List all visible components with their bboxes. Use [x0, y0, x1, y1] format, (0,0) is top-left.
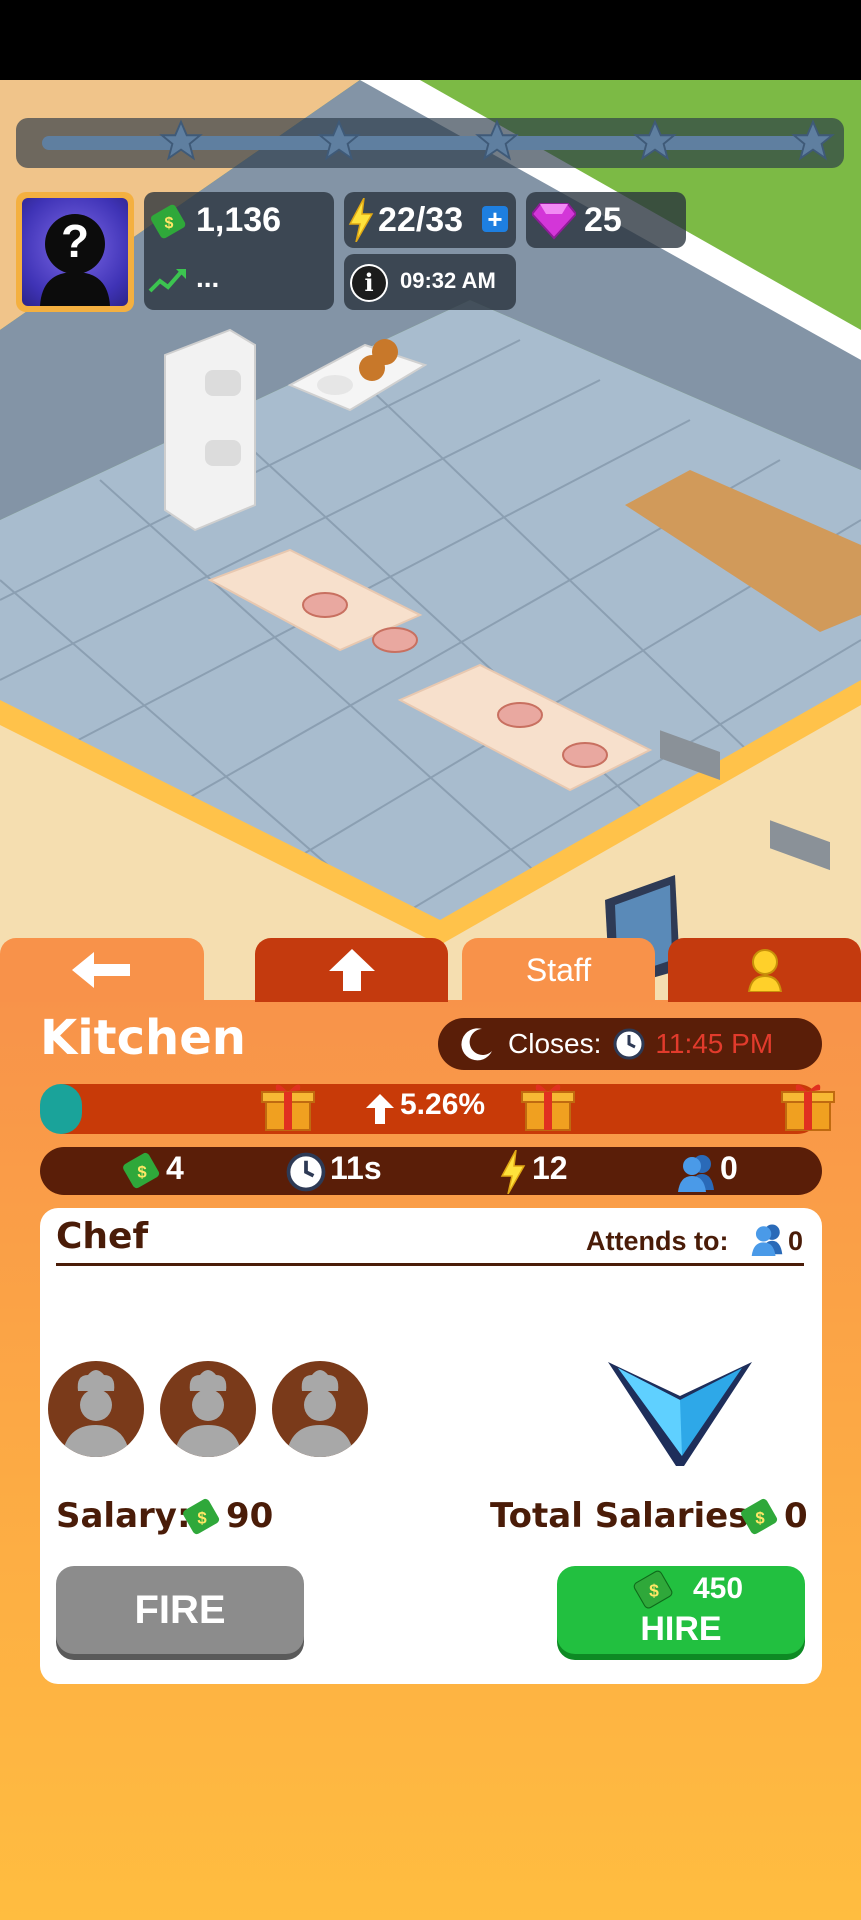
room-title: Kitchen	[40, 1010, 246, 1066]
hire-cost: 450	[693, 1572, 744, 1605]
chef-silhouette-icon	[62, 1370, 130, 1457]
chef-slot-empty[interactable]	[48, 1361, 144, 1457]
closes-label: Closes:	[508, 1028, 602, 1059]
back-arrow-icon	[72, 952, 130, 988]
income-value: ...	[196, 262, 220, 293]
star-icon	[475, 119, 519, 161]
info-icon[interactable]: i	[350, 264, 388, 302]
upgrade-tab[interactable]	[255, 938, 448, 1002]
hire-label: HIRE	[640, 1610, 722, 1648]
lightning-icon	[500, 1150, 526, 1194]
level-progress-fill	[40, 1084, 82, 1134]
closes-time: 11:45 PM	[655, 1028, 774, 1059]
clock-icon	[286, 1152, 326, 1192]
person-icon	[747, 949, 782, 992]
cash-icon: $	[150, 204, 186, 239]
back-tab[interactable]	[0, 938, 204, 1002]
staff-role-title: Chef	[56, 1216, 149, 1257]
star-icon	[317, 119, 361, 161]
people-icon	[678, 1155, 714, 1192]
total-salaries-label: Total Salaries:	[490, 1496, 763, 1536]
money-value: 1,136	[196, 201, 282, 239]
star-icon	[159, 119, 203, 161]
stat-money: 4	[166, 1150, 184, 1186]
salary-value: 90	[226, 1496, 274, 1536]
clock-icon	[613, 1028, 645, 1060]
chef-slot-empty[interactable]	[160, 1361, 256, 1457]
attends-label: Attends to:	[586, 1226, 729, 1256]
chef-silhouette-icon	[174, 1370, 242, 1457]
status-bar-area	[0, 0, 861, 80]
up-arrow-icon	[328, 949, 375, 991]
svg-text:$: $	[649, 1581, 659, 1601]
total-salaries-value: 0	[784, 1496, 808, 1536]
gift-icon[interactable]	[780, 1078, 836, 1134]
gift-icon[interactable]	[260, 1078, 316, 1134]
manager-tab[interactable]	[668, 938, 861, 1002]
moon-icon	[461, 1028, 492, 1061]
salary-label: Salary:	[56, 1496, 191, 1536]
player-avatar-button[interactable]: ?	[16, 192, 134, 312]
hire-button[interactable]: $ 450 HIRE	[557, 1566, 805, 1654]
cash-icon: $	[633, 1570, 673, 1609]
gift-icon[interactable]	[520, 1078, 576, 1134]
energy-value: 22/33	[378, 201, 464, 239]
star-progress-bar	[16, 118, 844, 168]
gems-value: 25	[584, 201, 622, 239]
up-arrow-icon	[366, 1094, 394, 1124]
people-icon	[751, 1224, 783, 1256]
cash-icon: $	[183, 1498, 220, 1535]
cash-icon: $	[123, 1152, 160, 1189]
gem-icon	[532, 203, 576, 240]
star-icon	[633, 119, 677, 161]
down-arrow-icon	[608, 1362, 752, 1466]
svg-text:$: $	[755, 1508, 765, 1527]
chef-silhouette-icon	[286, 1370, 354, 1457]
svg-text:$: $	[197, 1508, 207, 1527]
lightning-icon	[348, 198, 374, 242]
closing-time-pill: Closes: 11:45 PM	[438, 1018, 822, 1070]
tab-staff[interactable]: Staff	[462, 938, 655, 1002]
avatar-question-mark: ?	[60, 215, 90, 267]
divider	[56, 1263, 804, 1266]
svg-text:$: $	[165, 215, 174, 232]
cash-icon: $	[741, 1498, 778, 1535]
fire-button[interactable]: FIRE	[56, 1566, 304, 1654]
attends-value: 0	[788, 1226, 804, 1256]
stat-energy: 12	[532, 1150, 568, 1186]
svg-text:$: $	[137, 1162, 147, 1181]
level-percent: 5.26%	[400, 1088, 486, 1121]
stat-time: 11s	[330, 1150, 382, 1186]
chef-slot-empty[interactable]	[272, 1361, 368, 1457]
avatar: ?	[22, 198, 128, 306]
trend-icon	[148, 269, 186, 293]
stat-people: 0	[720, 1150, 738, 1186]
game-clock: 09:32 AM	[400, 268, 496, 293]
star-icon	[791, 119, 835, 161]
add-energy-plus-icon[interactable]: +	[482, 206, 508, 232]
